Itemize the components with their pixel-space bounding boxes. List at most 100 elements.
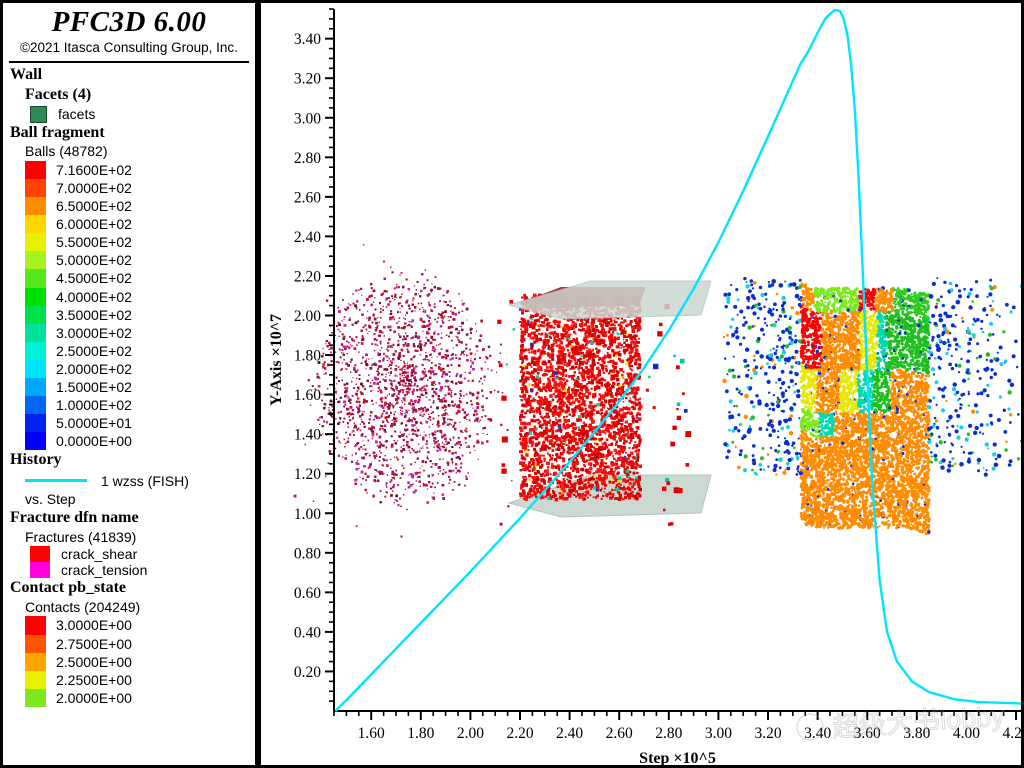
y-axis-tick-label: 3.40 bbox=[294, 31, 321, 48]
ball-fragment-color-swatch bbox=[25, 251, 46, 270]
ball-fragment-row[interactable]: 5.0000E+02 bbox=[25, 251, 255, 270]
wall-facet-upper bbox=[507, 280, 712, 320]
ball-fragment-value-label: 7.1600E+02 bbox=[46, 161, 132, 179]
ball-fragment-color-swatch bbox=[25, 396, 46, 415]
x-axis-tick-label: 1.80 bbox=[407, 725, 434, 742]
ball-fragment-row[interactable]: 1.5000E+02 bbox=[25, 378, 255, 397]
ball-fragment-row[interactable]: 4.5000E+02 bbox=[25, 269, 255, 288]
y-axis-tick-label: 2.80 bbox=[294, 150, 321, 167]
ball-fragment-color-swatch bbox=[25, 378, 46, 397]
x-axis-tick-label: 2.60 bbox=[606, 725, 633, 742]
ball-fragment-color-swatch bbox=[25, 197, 46, 216]
ball-fragment-value-label: 0.0000E+00 bbox=[46, 432, 132, 450]
ball-fragment-row[interactable]: 3.5000E+02 bbox=[25, 305, 255, 324]
legend-wall-facets-count: Facets (4) bbox=[3, 85, 255, 105]
ball-fragment-color-swatch bbox=[25, 233, 46, 252]
app-title: PFC3D 6.00 bbox=[3, 3, 255, 37]
contact-pb-state-row[interactable]: 2.2500E+00 bbox=[25, 670, 255, 690]
plot-svg: 0.20 0.40 0.60 0.80 1.00 1.20 1.40 1.60 1.80 2.00… bbox=[268, 8, 1021, 765]
ball-fragment-row[interactable]: 4.0000E+02 bbox=[25, 287, 255, 306]
ball-fragment-color-swatch bbox=[25, 287, 46, 306]
y-axis-tick-label: 2.20 bbox=[294, 268, 321, 285]
x-axis-tick-label: 2.40 bbox=[556, 725, 583, 742]
fracture-label: crack_shear bbox=[50, 546, 137, 562]
legend-section-ball-fragment: Ball fragment bbox=[3, 123, 255, 143]
y-axis-tick-label: 2.40 bbox=[294, 229, 321, 246]
x-axis-tick-label: 3.00 bbox=[705, 725, 732, 742]
y-axis-tick-label: 0.80 bbox=[294, 545, 321, 562]
legend-history-versus: vs. Step bbox=[3, 491, 255, 509]
ball-fragment-value-label: 3.5000E+02 bbox=[46, 306, 132, 324]
ball-fragment-color-swatch bbox=[25, 305, 46, 324]
ball-fragment-value-label: 3.0000E+02 bbox=[46, 324, 132, 342]
ball-fragment-row[interactable]: 0.0000E+00 bbox=[25, 432, 255, 451]
contact-pb-state-value-label: 2.0000E+00 bbox=[46, 689, 132, 707]
fracture-legend-list: crack_shear crack_tension bbox=[3, 546, 255, 579]
model-render-layer bbox=[293, 244, 1021, 538]
contact-pb-state-row[interactable]: 2.5000E+00 bbox=[25, 652, 255, 671]
ball-fragment-row[interactable]: 2.0000E+02 bbox=[25, 359, 255, 379]
ball-fragment-color-swatch bbox=[25, 269, 46, 288]
x-axis-tick-label: 2.00 bbox=[457, 725, 484, 742]
legend-divider bbox=[9, 61, 249, 63]
fracture-color-swatch bbox=[30, 546, 50, 563]
y-axis-tick-label: 3.20 bbox=[294, 71, 321, 88]
legend-history-series[interactable]: 1 wzss (FISH) bbox=[3, 471, 255, 491]
fracture-color-swatch bbox=[30, 562, 50, 579]
ball-fragment-value-label: 5.5000E+02 bbox=[46, 233, 132, 251]
ball-fragment-color-swatch bbox=[25, 179, 46, 198]
x-axis-tick-label: 1.60 bbox=[358, 725, 385, 742]
plot-panel: 0.20 0.40 0.60 0.80 1.00 1.20 1.40 1.60 1.80 2.00… bbox=[261, 3, 1021, 765]
contact-pb-state-value-label: 2.5000E+00 bbox=[46, 653, 132, 671]
legend-section-history: History bbox=[3, 450, 255, 470]
ball-fragment-color-swatch bbox=[25, 323, 46, 342]
ball-fragment-color-swatch bbox=[25, 341, 46, 360]
ball-fragment-color-swatch bbox=[25, 359, 46, 379]
y-axis-tick-label: 2.00 bbox=[294, 308, 321, 325]
ball-fragment-row[interactable]: 1.0000E+02 bbox=[25, 396, 255, 415]
fragment-coloured-model bbox=[722, 276, 1021, 536]
ball-fragment-row[interactable]: 6.5000E+02 bbox=[25, 197, 255, 216]
y-axis-tick-label: 2.60 bbox=[294, 189, 321, 206]
y-axis-tick-label: 0.60 bbox=[294, 585, 321, 602]
contact-pb-state-value-label: 3.0000E+00 bbox=[46, 616, 132, 634]
x-axis-tick-label: 2.20 bbox=[506, 725, 533, 742]
ball-fragment-value-label: 1.0000E+02 bbox=[46, 396, 132, 414]
ball-fragment-color-swatch bbox=[25, 215, 46, 234]
facets-color-swatch bbox=[30, 105, 47, 123]
ball-fragment-row[interactable]: 6.0000E+02 bbox=[25, 215, 255, 234]
ball-fragment-row[interactable]: 3.0000E+02 bbox=[25, 323, 255, 342]
legend-section-fracture: Fracture dfn name bbox=[3, 508, 255, 528]
fracture-legend-item[interactable]: crack_shear bbox=[3, 546, 255, 563]
ball-fragment-color-swatch bbox=[25, 160, 46, 179]
contact-pb-state-row[interactable]: 2.7500E+00 bbox=[25, 634, 255, 653]
crack-cloud-model bbox=[293, 244, 523, 538]
ball-fragment-row[interactable]: 7.0000E+02 bbox=[25, 179, 255, 198]
ball-fragment-value-label: 7.0000E+02 bbox=[46, 179, 132, 197]
ball-fragment-value-label: 6.0000E+02 bbox=[46, 215, 132, 233]
ball-fragment-value-label: 6.5000E+02 bbox=[46, 197, 132, 215]
contact-pb-state-row[interactable]: 3.0000E+00 bbox=[25, 616, 255, 635]
app-copyright: ©2021 Itasca Consulting Group, Inc. bbox=[3, 37, 255, 55]
contact-pb-state-value-label: 2.2500E+00 bbox=[46, 671, 132, 689]
contact-pb-state-color-swatch bbox=[25, 689, 46, 708]
legend-fractures-count: Fractures (41839) bbox=[3, 529, 255, 547]
y-axis-tick-label: 1.00 bbox=[294, 506, 321, 523]
contact-pb-state-color-swatch bbox=[25, 616, 46, 635]
ball-fragment-value-label: 2.5000E+02 bbox=[46, 342, 132, 360]
ball-fragment-color-swatch bbox=[25, 414, 46, 433]
contact-pb-state-color-swatch bbox=[25, 652, 46, 671]
legend-wall-facets-item[interactable]: facets bbox=[3, 105, 255, 123]
ball-fragment-row[interactable]: 7.1600E+02 bbox=[25, 160, 255, 179]
ball-fragment-row[interactable]: 5.0000E+01 bbox=[25, 414, 255, 433]
y-axis-tick-label: 1.40 bbox=[294, 427, 321, 444]
ball-fragment-row[interactable]: 2.5000E+02 bbox=[25, 341, 255, 360]
ball-fragment-value-label: 5.0000E+01 bbox=[46, 414, 132, 432]
fracture-legend-item[interactable]: crack_tension bbox=[3, 562, 255, 579]
x-axis-tick-label: 2.80 bbox=[655, 725, 682, 742]
ball-fragment-color-swatch bbox=[25, 432, 46, 451]
contact-pb-state-row[interactable]: 2.0000E+00 bbox=[25, 689, 255, 708]
ball-fragment-row[interactable]: 5.5000E+02 bbox=[25, 233, 255, 252]
y-axis-tick-label: 0.40 bbox=[294, 624, 321, 641]
ball-fragment-colorbar: 7.1600E+02 7.0000E+02 6.5000E+02 6.0000E+02… bbox=[3, 160, 255, 451]
